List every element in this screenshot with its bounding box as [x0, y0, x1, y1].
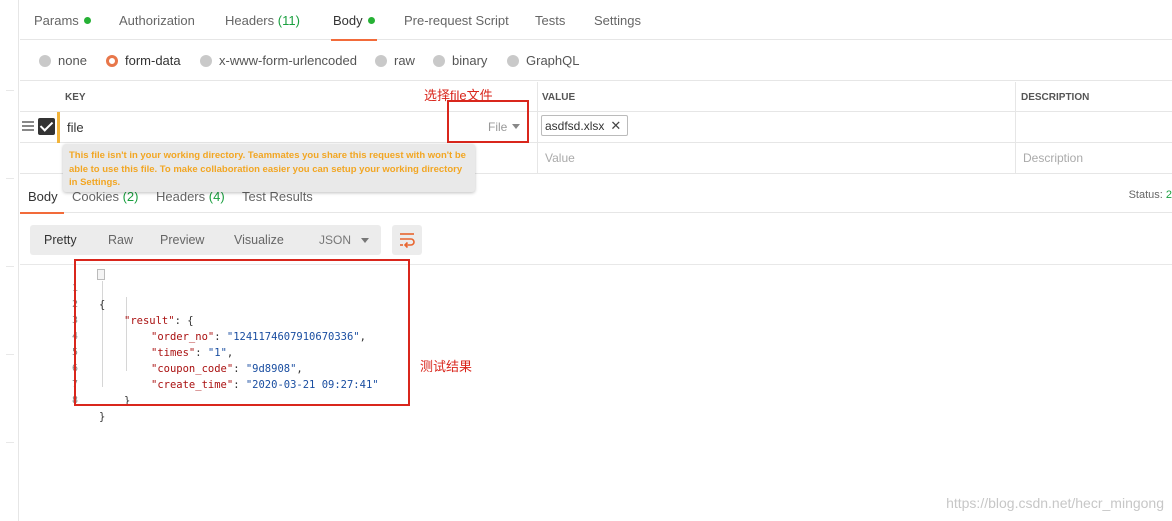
tab-label: Authorization	[119, 13, 195, 28]
row-enabled-checkbox[interactable]	[38, 118, 55, 135]
code-line: 3 "order_no": "1241174607910670336",	[20, 297, 366, 343]
wrap-lines-button[interactable]	[392, 225, 422, 255]
radio-x-www-form-urlencoded[interactable]: x-www-form-urlencoded	[200, 53, 357, 69]
tab-label: Body	[333, 13, 363, 28]
wrap-lines-icon	[400, 233, 415, 249]
working-directory-tooltip: This file isn't in your working director…	[63, 144, 475, 192]
code-line: 7 }	[20, 361, 130, 407]
tab-authorization[interactable]: Authorization	[119, 0, 195, 40]
row-active-indicator	[57, 112, 60, 143]
gutter-tick	[6, 442, 14, 443]
gutter-tick	[6, 90, 14, 91]
gutter-tick	[6, 354, 14, 355]
tab-params[interactable]: Params	[34, 0, 91, 40]
code-line: 8 }	[20, 377, 105, 423]
tab-label: Tests	[535, 13, 566, 28]
tab-settings[interactable]: Settings	[594, 0, 641, 40]
format-label: JSON	[319, 233, 352, 247]
view-visualize-button[interactable]: Visualize	[234, 225, 284, 255]
radio-circle-icon	[375, 55, 387, 67]
response-status: Status: 2	[1129, 189, 1172, 201]
tab-headers[interactable]: Headers (11)	[225, 0, 300, 40]
body-type-selector: none form-data x-www-form-urlencoded raw…	[20, 41, 1172, 81]
radio-label: form-data	[125, 53, 181, 68]
radio-form-data[interactable]: form-data	[106, 53, 181, 69]
annotation-label-test-result: 测试结果	[420, 359, 473, 374]
radio-binary[interactable]: binary	[433, 53, 487, 69]
remove-file-icon[interactable]: ✕	[610, 118, 621, 133]
column-header-value: VALUE	[542, 92, 576, 103]
drag-handle-icon[interactable]	[22, 121, 34, 131]
tab-body[interactable]: Body	[331, 0, 377, 41]
request-tabs: Params Authorization Headers (11) Body P…	[20, 0, 1172, 41]
left-gutter	[0, 0, 19, 521]
table-row: file File asdfsd.xlsx ✕	[20, 112, 1172, 143]
gutter-tick	[6, 266, 14, 267]
tab-label: Headers	[225, 13, 275, 28]
radio-label: raw	[394, 53, 415, 68]
column-header-key: KEY	[65, 92, 86, 103]
response-tab-body[interactable]: Body	[20, 180, 64, 214]
modified-dot-icon	[83, 17, 91, 24]
code-text: }	[99, 411, 106, 423]
table-header: KEY VALUE DESCRIPTION	[20, 82, 1172, 112]
radio-graphql[interactable]: GraphQL	[507, 53, 579, 69]
radio-label: GraphQL	[526, 53, 580, 68]
format-dropdown[interactable]: JSON	[308, 225, 381, 255]
tab-label: Body	[28, 189, 58, 204]
radio-label: x-www-form-urlencoded	[219, 53, 357, 68]
selected-file-chip: asdfsd.xlsx ✕	[541, 115, 629, 136]
caret-down-icon	[361, 238, 369, 243]
radio-none[interactable]: none	[39, 53, 87, 69]
tab-tests[interactable]: Tests	[535, 0, 565, 40]
radio-circle-icon	[200, 55, 212, 67]
radio-raw[interactable]: raw	[375, 53, 415, 69]
radio-circle-icon	[507, 55, 519, 67]
tab-label: Pre-request Script	[404, 13, 509, 28]
code-line: 1 {	[20, 265, 105, 311]
annotation-label-select-file: 选择file文件	[424, 88, 493, 103]
request-editor: Params Authorization Headers (11) Body P…	[20, 0, 1172, 521]
radio-circle-icon	[39, 55, 51, 67]
view-raw-button[interactable]: Raw	[108, 225, 133, 255]
tab-count: (11)	[277, 13, 300, 28]
view-mode-group: Pretty Raw Preview Visualize	[30, 225, 323, 255]
code-line: 2 "result": {	[20, 281, 194, 327]
view-pretty-button[interactable]: Pretty	[44, 225, 77, 255]
radio-label: none	[58, 53, 87, 68]
code-line: 4 "times": "1",	[20, 313, 233, 359]
description-input-placeholder[interactable]: Description	[1023, 151, 1083, 165]
annotation-box-file-select	[447, 100, 529, 143]
view-preview-button[interactable]: Preview	[160, 225, 204, 255]
modified-dot-icon	[367, 17, 375, 24]
radio-circle-icon	[433, 55, 445, 67]
code-line: 5 "coupon_code": "9d8908",	[20, 329, 303, 375]
tab-label: Settings	[594, 13, 641, 28]
status-label: Status:	[1128, 189, 1163, 201]
code-line: 6 "create_time": "2020-03-21 09:27:41"	[20, 345, 379, 391]
radio-label: binary	[452, 53, 488, 68]
annotation-box-test-result	[74, 259, 410, 406]
tab-pre-request-script[interactable]: Pre-request Script	[404, 0, 509, 40]
file-name: asdfsd.xlsx	[545, 119, 605, 133]
radio-checked-icon	[106, 55, 118, 67]
column-header-description: DESCRIPTION	[1021, 92, 1090, 103]
tab-label: Params	[34, 13, 79, 28]
value-input-placeholder[interactable]: Value	[545, 151, 575, 165]
key-input[interactable]: file	[67, 120, 84, 135]
watermark: https://blog.csdn.net/hecr_mingong	[946, 495, 1164, 511]
gutter-tick	[6, 178, 14, 179]
status-value: 2	[1165, 189, 1172, 201]
